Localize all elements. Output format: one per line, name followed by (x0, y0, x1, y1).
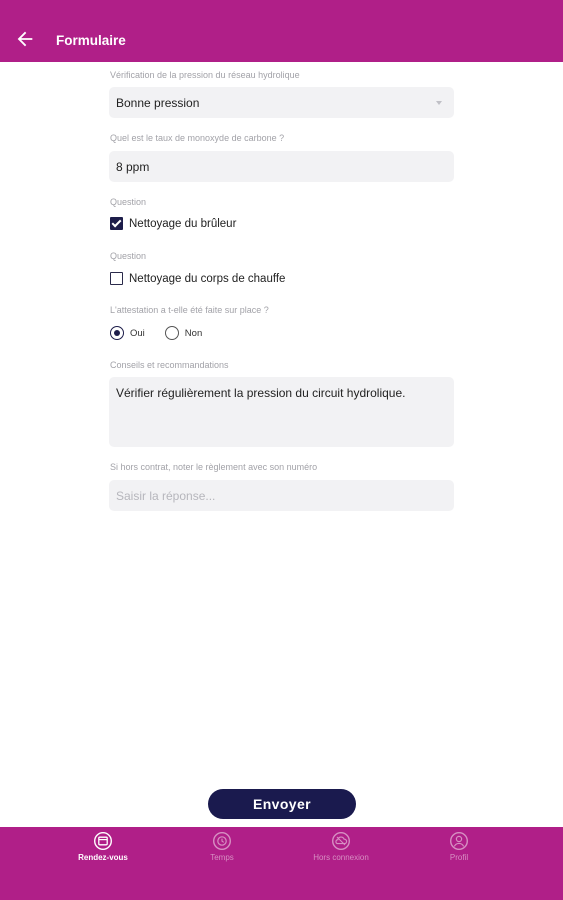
advice-value: Vérifier régulièrement la pression du ci… (116, 386, 406, 400)
calendar-icon (93, 831, 113, 851)
form: Vérification de la pression du réseau hy… (0, 62, 563, 782)
nav-item-rendez-vous[interactable]: Rendez-vous (48, 831, 158, 862)
nav-label-temps: Temps (210, 853, 234, 862)
question-label-2: Question (110, 251, 147, 261)
profile-icon (449, 831, 469, 851)
nav-label-rendez-vous: Rendez-vous (78, 853, 128, 862)
radio-selected-icon (110, 326, 124, 340)
page-title: Formulaire (56, 33, 126, 48)
payment-placeholder: Saisir la réponse... (116, 488, 216, 503)
advice-label: Conseils et recommandations (110, 360, 229, 370)
nav-item-profil[interactable]: Profil (404, 831, 514, 862)
nav-label-profil: Profil (449, 853, 469, 862)
clock-icon (212, 831, 232, 851)
app-bar: Formulaire (0, 0, 563, 62)
burner-cleaning-checkbox[interactable]: Nettoyage du brûleur (110, 217, 236, 230)
burner-cleaning-label: Nettoyage du brûleur (129, 217, 237, 230)
checkbox-unchecked-icon (110, 272, 123, 285)
cloud-offline-icon (331, 831, 351, 851)
back-arrow-icon[interactable] (14, 27, 36, 51)
payment-question-label: Si hors contrat, noter le règlement avec… (110, 462, 318, 472)
submit-button[interactable]: Envoyer (208, 789, 356, 819)
checkbox-checked-icon (110, 217, 123, 230)
nav-label-hors-connexion: Hors connexion (313, 853, 369, 862)
nav-item-temps[interactable]: Temps (167, 831, 277, 862)
advice-textarea[interactable]: Vérifier régulièrement la pression du ci… (109, 377, 454, 447)
radio-non[interactable]: Non (164, 326, 203, 340)
question-label-1: Question (110, 197, 147, 207)
attestation-question-label: L'attestation a t-elle été faite sur pla… (110, 305, 269, 315)
co-level-input[interactable]: 8 ppm (109, 151, 454, 182)
bottom-nav: Rendez-vous Temps Hors connexion Profil (0, 827, 563, 900)
pressure-select[interactable]: Bonne pression (109, 87, 454, 118)
pressure-select-value: Bonne pression (116, 95, 200, 110)
attestation-radio-group: Oui Non (110, 326, 222, 340)
heater-body-cleaning-checkbox[interactable]: Nettoyage du corps de chauffe (110, 272, 285, 285)
radio-oui[interactable]: Oui (110, 326, 145, 340)
radio-oui-label: Oui (130, 327, 145, 339)
chevron-down-icon (436, 100, 442, 105)
co-level-value: 8 ppm (116, 159, 150, 174)
radio-non-label: Non (184, 327, 203, 339)
nav-item-hors-connexion[interactable]: Hors connexion (286, 831, 396, 862)
radio-unselected-icon (164, 326, 179, 340)
pressure-question-label: Vérification de la pression du réseau hy… (110, 70, 300, 80)
co-question-label: Quel est le taux de monoxyde de carbone … (110, 133, 285, 143)
payment-input[interactable]: Saisir la réponse... (109, 480, 454, 511)
heater-body-cleaning-label: Nettoyage du corps de chauffe (129, 272, 286, 285)
